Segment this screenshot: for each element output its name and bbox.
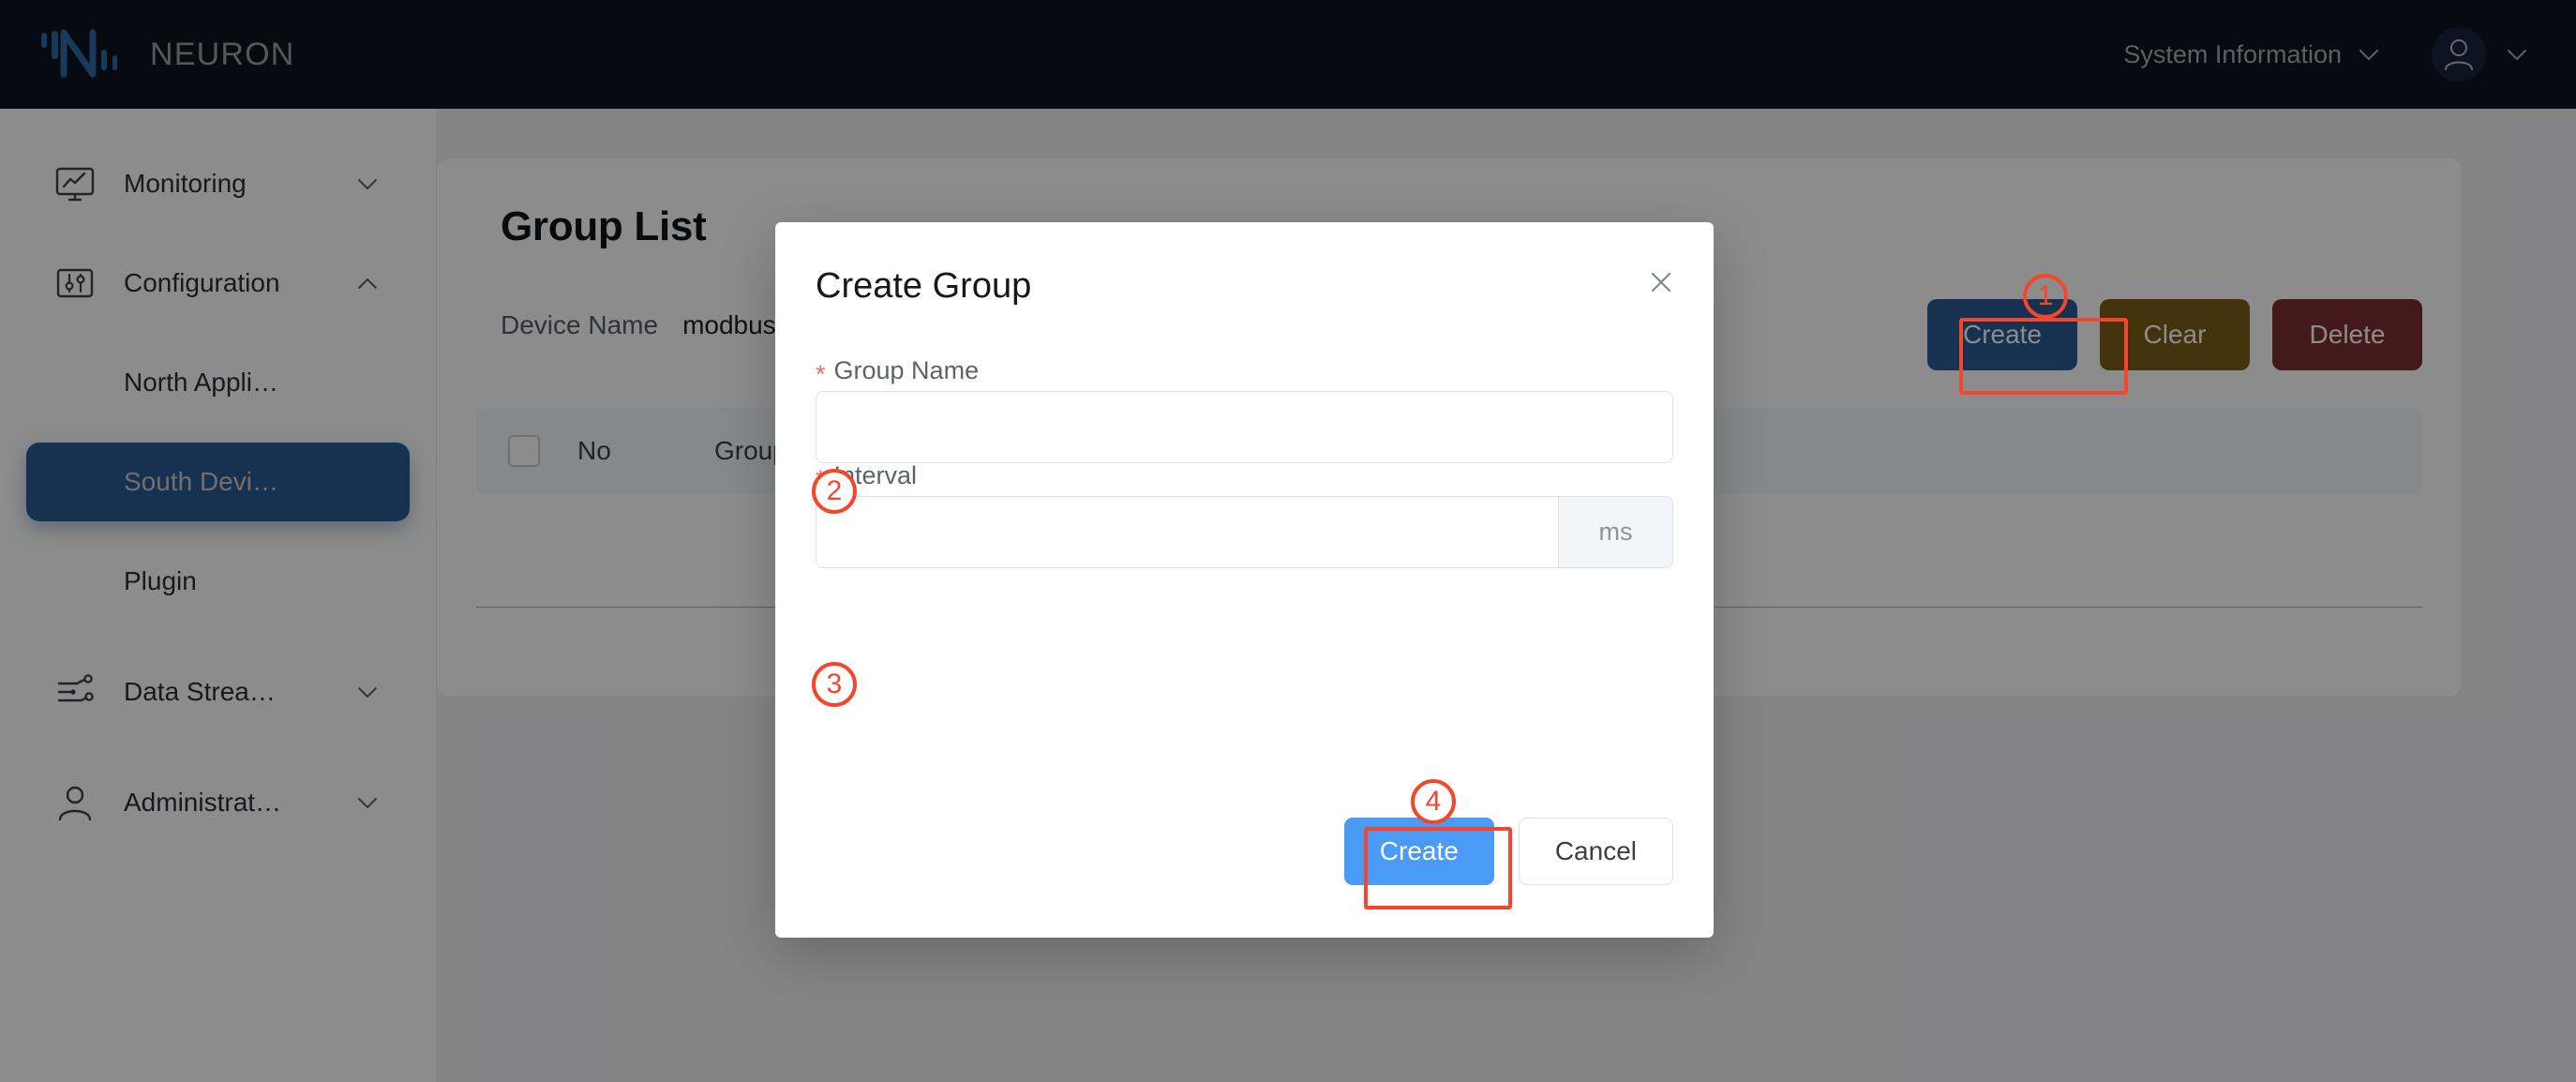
group-name-label-text: Group Name [833,356,980,384]
close-icon [1651,272,1671,293]
interval-input[interactable] [816,497,1558,567]
annotation-marker-1: 1 [2023,274,2068,319]
required-marker: * [816,360,826,388]
interval-field-group: ms [816,496,1673,568]
annotation-marker-3: 3 [812,662,857,707]
interval-unit-suffix: ms [1558,497,1672,567]
group-name-input[interactable] [816,391,1673,463]
dialog-title: Create Group [816,266,1032,306]
annotation-marker-4: 4 [1411,779,1456,824]
modal-cancel-button[interactable]: Cancel [1518,818,1673,885]
close-button[interactable] [1642,263,1680,301]
annotation-marker-2: 2 [812,469,857,514]
annotation-highlight-4 [1364,827,1512,909]
app-root: NEURON System Information Monitoring Con… [0,0,2576,1082]
annotation-highlight-1 [1959,318,2128,395]
group-name-label: * Group Name [816,356,980,388]
create-group-dialog: Create Group * Group Name * Interval ms … [775,222,1714,938]
